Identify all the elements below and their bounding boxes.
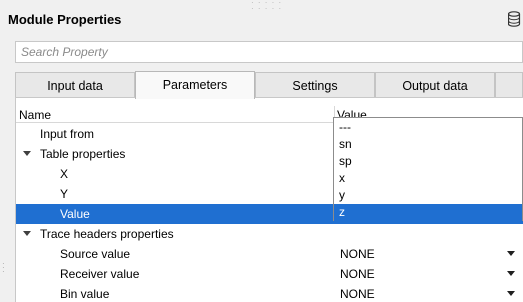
tab-settings[interactable]: Settings [255,72,375,98]
dropdown-option[interactable]: x [334,170,522,187]
window-title: Module Properties [8,12,122,27]
expand-arrow-icon[interactable] [23,231,31,236]
dropdown-option-selected[interactable]: z [334,204,522,221]
property-name: Source value [60,247,131,261]
dropdown-option[interactable]: sp [334,153,522,170]
source-value-combo[interactable]: NONE [340,247,375,261]
chevron-down-icon[interactable] [507,251,515,256]
property-name: Receiver value [60,267,140,281]
table-row[interactable]: Trace headers properties [16,224,523,244]
tab-output-data[interactable]: Output data [375,72,495,98]
search-property-input[interactable] [15,41,523,63]
table-row[interactable]: Receiver value NONE [16,264,523,284]
title-bar: Module Properties · · · · · · · · · · [0,0,523,38]
table-row[interactable]: Bin value NONE [16,284,523,302]
dropdown-option[interactable]: sn [334,136,522,153]
database-icon[interactable] [508,11,523,28]
resize-grip-icon[interactable]: · · · [2,260,5,276]
dropdown-option[interactable]: y [334,187,522,204]
property-group-name: Trace headers properties [40,227,174,241]
tab-overflow[interactable] [495,72,523,98]
value-dropdown-list[interactable]: --- sn sp x y z [333,117,523,221]
property-name: Bin value [60,287,110,301]
table-row[interactable]: Source value NONE [16,244,523,264]
dock-grip-icon[interactable]: · · · · · · · · · · [251,0,282,13]
dropdown-option[interactable]: --- [334,119,522,136]
receiver-value-combo[interactable]: NONE [340,267,375,281]
column-header-name[interactable]: Name [19,108,51,122]
tab-input-data[interactable]: Input data [15,72,135,98]
expand-arrow-icon[interactable] [23,151,31,156]
property-name: Y [60,187,69,201]
bin-value-combo[interactable]: NONE [340,287,375,301]
chevron-down-icon[interactable] [507,291,515,296]
tab-parameters[interactable]: Parameters [135,71,255,99]
chevron-down-icon[interactable] [507,271,515,276]
tab-bar: Input data Parameters Settings Output da… [15,71,523,99]
property-name: Value [60,207,90,221]
property-group-name: Table properties [40,147,126,161]
property-name: X [60,167,69,181]
property-name: Input from [40,127,95,141]
